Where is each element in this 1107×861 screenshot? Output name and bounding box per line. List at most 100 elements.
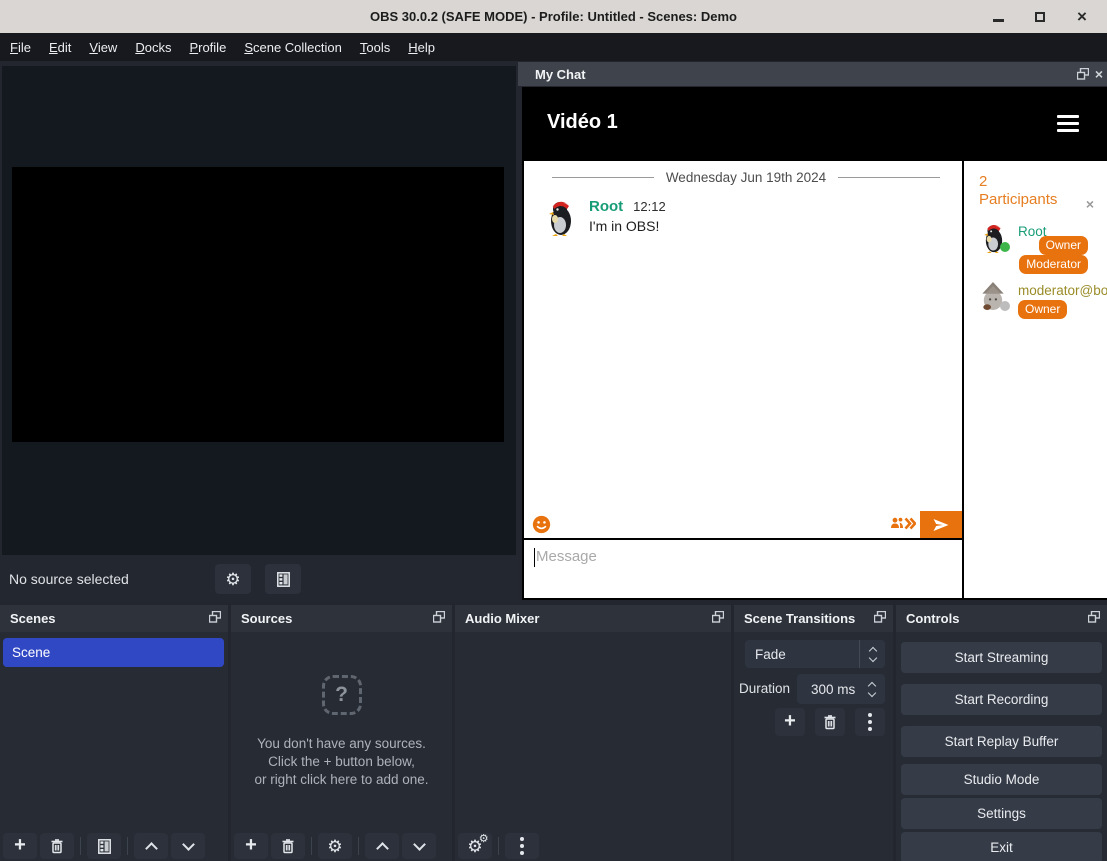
more-dots-icon	[520, 837, 524, 855]
start-streaming-button[interactable]: Start Streaming	[901, 642, 1102, 673]
controls-dock-header[interactable]: Controls	[896, 605, 1107, 632]
sources-dock-header[interactable]: Sources	[231, 605, 452, 632]
scene-filters-button[interactable]	[87, 833, 121, 859]
advanced-audio-button[interactable]: ⚙⚙	[458, 833, 492, 859]
chevron-down-icon	[868, 653, 876, 661]
emoji-icon[interactable]	[532, 515, 551, 534]
float-dock-icon[interactable]	[209, 611, 221, 623]
close-dock-icon[interactable]: ×	[1095, 67, 1103, 81]
plus-icon: +	[245, 835, 257, 855]
participants-header: 2 Participants	[979, 173, 1057, 209]
move-scene-up-button[interactable]	[134, 833, 168, 859]
start-recording-button[interactable]: Start Recording	[901, 684, 1102, 715]
participants-count: 2	[979, 173, 1057, 191]
start-replay-buffer-button[interactable]: Start Replay Buffer	[901, 726, 1102, 757]
gears-icon: ⚙⚙	[467, 838, 482, 855]
filters-icon	[98, 839, 111, 854]
participants-toggle-icon[interactable]	[890, 517, 916, 530]
preview-pane[interactable]	[2, 66, 516, 555]
participant-name[interactable]: moderator@bo	[1018, 283, 1107, 298]
hamburger-menu-icon[interactable]	[1057, 115, 1079, 132]
message-input[interactable]	[524, 540, 962, 598]
studio-mode-button[interactable]: Studio Mode	[901, 764, 1102, 795]
chat-dock-title: My Chat	[518, 67, 586, 82]
menu-file[interactable]: File	[1, 35, 40, 60]
chat-input-toolbar	[524, 511, 962, 540]
settings-button[interactable]: Settings	[901, 798, 1102, 829]
duration-value[interactable]: 300 ms	[797, 682, 859, 697]
chat-dock: My Chat × Vidéo 1 Wednesday Jun 19th 202…	[518, 61, 1107, 602]
menu-view[interactable]: View	[80, 35, 126, 60]
chat-surface: Vidéo 1 Wednesday Jun 19th 2024 Root	[522, 87, 1107, 600]
combo-arrows[interactable]	[859, 640, 885, 668]
scene-transitions-dock-header[interactable]: Scene Transitions	[734, 605, 893, 632]
add-scene-button[interactable]: +	[3, 833, 37, 859]
source-filters-button[interactable]	[265, 564, 301, 594]
trash-icon	[823, 714, 837, 730]
move-source-up-button[interactable]	[365, 833, 399, 859]
chat-dock-titlebar[interactable]: My Chat ×	[518, 62, 1107, 86]
sources-empty-state[interactable]: ? You don't have any sources. Click the …	[231, 675, 452, 789]
float-dock-icon[interactable]	[1077, 68, 1089, 80]
menu-tools[interactable]: Tools	[351, 35, 399, 60]
owner-badge: Owner	[1039, 236, 1088, 255]
message-text: I'm in OBS!	[589, 218, 666, 234]
mixer-more-button[interactable]	[505, 833, 539, 859]
date-divider: Wednesday Jun 19th 2024	[552, 170, 940, 185]
send-plane-icon	[933, 518, 949, 532]
send-button[interactable]	[920, 511, 962, 538]
empty-line: You don't have any sources.	[231, 735, 452, 753]
menu-edit[interactable]: Edit	[40, 35, 80, 60]
text-caret	[534, 548, 535, 567]
menu-help[interactable]: Help	[399, 35, 444, 60]
float-dock-icon[interactable]	[712, 611, 724, 623]
menubar: File Edit View Docks Profile Scene Colle…	[0, 33, 1107, 61]
scenes-dock-header[interactable]: Scenes	[0, 605, 228, 632]
spinbox-arrows[interactable]	[859, 674, 885, 704]
sources-dock-title: Sources	[231, 611, 292, 626]
transition-select[interactable]: Fade	[745, 640, 885, 668]
chevron-up-icon	[376, 842, 389, 855]
transition-properties-button[interactable]	[855, 708, 885, 736]
audio-mixer-dock-header[interactable]: Audio Mixer	[455, 605, 731, 632]
online-dot	[1000, 242, 1010, 252]
menu-docks[interactable]: Docks	[126, 35, 180, 60]
float-dock-icon[interactable]	[874, 611, 886, 623]
move-scene-down-button[interactable]	[171, 833, 205, 859]
toolbar-separator	[358, 837, 359, 855]
maximize-button[interactable]	[1031, 8, 1049, 26]
remove-transition-button[interactable]	[815, 708, 845, 736]
audio-mixer-toolbar: ⚙⚙	[458, 833, 728, 859]
minimize-button[interactable]	[989, 8, 1007, 26]
exit-button[interactable]: Exit	[901, 832, 1102, 861]
question-glyph: ?	[335, 683, 348, 707]
chat-dock-titlebar-icons: ×	[1077, 62, 1103, 86]
scenes-dock-title: Scenes	[0, 611, 56, 626]
message-time: 12:12	[633, 199, 666, 214]
move-source-down-button[interactable]	[402, 833, 436, 859]
moderator-badge: Moderator	[1019, 255, 1088, 274]
chevron-down-icon	[182, 838, 195, 851]
window-title: OBS 30.0.2 (SAFE MODE) - Profile: Untitl…	[370, 9, 737, 24]
add-source-button[interactable]: +	[234, 833, 268, 859]
add-transition-button[interactable]: +	[775, 708, 805, 736]
remove-source-button[interactable]	[271, 833, 305, 859]
source-properties-button[interactable]: ⚙	[318, 833, 352, 859]
chevron-down-icon	[868, 688, 876, 696]
menu-scene-collection[interactable]: Scene Collection	[235, 35, 351, 60]
source-properties-button[interactable]: ⚙	[215, 564, 251, 594]
message-author[interactable]: Root	[589, 198, 623, 215]
float-dock-icon[interactable]	[1088, 611, 1100, 623]
scene-list-item[interactable]: Scene	[3, 638, 224, 667]
float-dock-icon[interactable]	[433, 611, 445, 623]
source-status-bar: No source selected ⚙	[0, 556, 518, 602]
close-button[interactable]: ×	[1073, 8, 1091, 26]
menu-profile[interactable]: Profile	[180, 35, 235, 60]
audio-mixer-dock-title: Audio Mixer	[455, 611, 539, 626]
preview-canvas[interactable]	[12, 167, 504, 442]
trash-icon	[50, 838, 64, 854]
remove-scene-button[interactable]	[40, 833, 74, 859]
scene-transitions-dock-title: Scene Transitions	[734, 611, 855, 626]
duration-spinbox[interactable]: 300 ms	[797, 674, 885, 704]
participants-close-icon[interactable]: ×	[1086, 197, 1094, 211]
